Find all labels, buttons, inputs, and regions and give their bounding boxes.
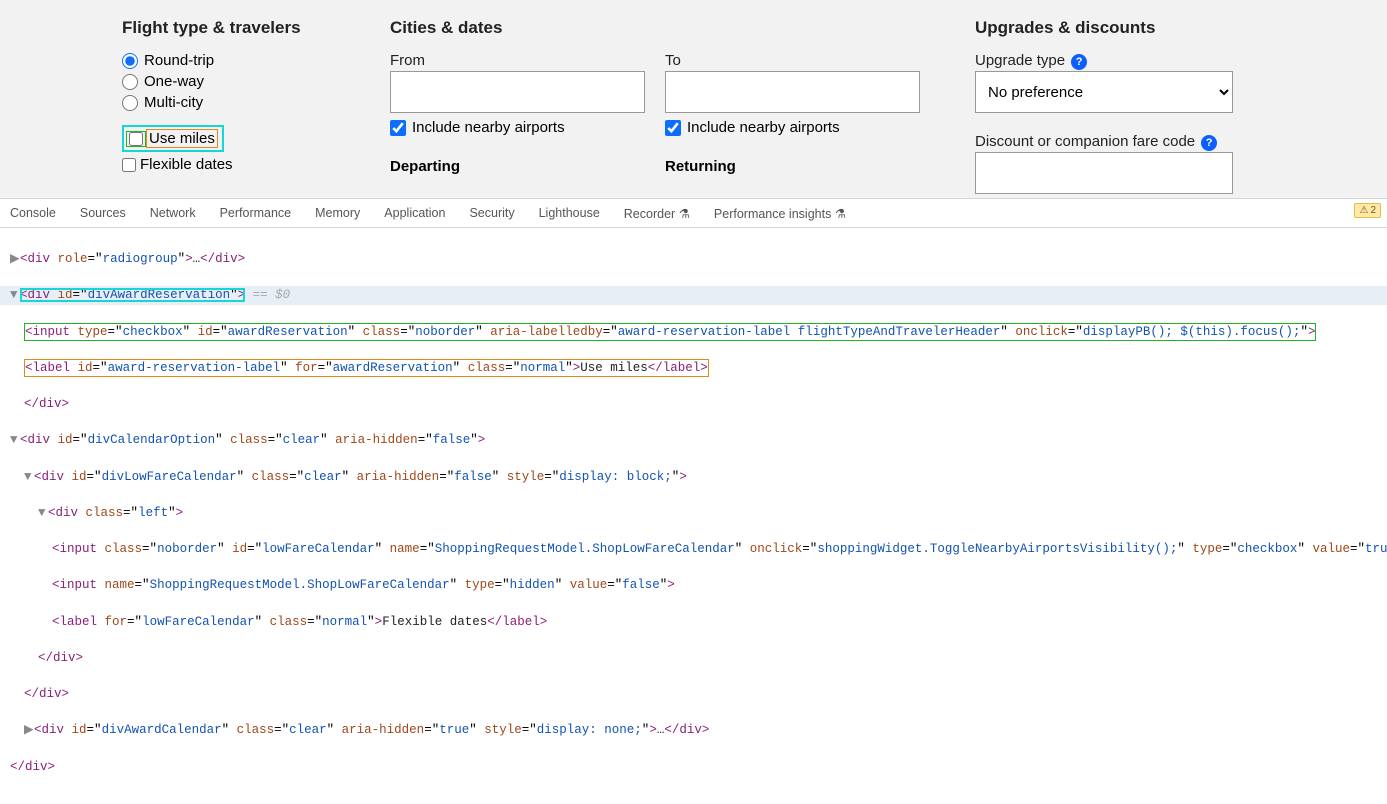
flight-type-header: Flight type & travelers bbox=[122, 18, 390, 38]
tab-console[interactable]: Console bbox=[10, 206, 56, 220]
devtools-tabs: Console Sources Network Performance Memo… bbox=[0, 198, 1387, 228]
dom-line[interactable]: ▶<div role="radiogroup">…</div> bbox=[0, 250, 1387, 268]
trip-type-multi[interactable]: Multi-city bbox=[122, 94, 390, 111]
dom-line[interactable]: </div> bbox=[0, 395, 1387, 413]
flexible-dates-label: Flexible dates bbox=[140, 156, 233, 173]
dom-line[interactable]: </div> bbox=[0, 758, 1387, 776]
tab-lighthouse[interactable]: Lighthouse bbox=[539, 206, 600, 220]
dom-line[interactable]: <input type="checkbox" id="awardReservat… bbox=[0, 323, 1387, 341]
dom-line[interactable]: ▼<div id="divCalendarOption" class="clea… bbox=[0, 431, 1387, 449]
from-nearby-label: Include nearby airports bbox=[412, 119, 565, 136]
use-miles-highlight-orange: Use miles bbox=[146, 129, 218, 148]
to-nearby-label: Include nearby airports bbox=[687, 119, 840, 136]
flight-type-column: Flight type & travelers Round-trip One-w… bbox=[122, 18, 390, 194]
use-miles-highlight-cyan: Use miles bbox=[122, 125, 224, 152]
returning-label: Returning bbox=[665, 158, 975, 175]
dom-line-selected[interactable]: ▼<div id="divAwardReservation"> == $0 bbox=[0, 286, 1387, 304]
discount-code-input[interactable] bbox=[975, 152, 1233, 194]
discount-code-label: Discount or companion fare code bbox=[975, 133, 1195, 150]
trip-type-oneway[interactable]: One-way bbox=[122, 73, 390, 90]
tab-network[interactable]: Network bbox=[150, 206, 196, 220]
flask-icon: ⚗ bbox=[835, 207, 846, 221]
tab-performance[interactable]: Performance bbox=[220, 206, 292, 220]
dom-line[interactable]: ▼<div id="divLowFareCalendar" class="cle… bbox=[0, 468, 1387, 486]
from-input[interactable] bbox=[390, 71, 645, 113]
from-column: Cities & dates From Include nearby airpo… bbox=[390, 18, 665, 194]
round-trip-radio[interactable] bbox=[122, 53, 138, 69]
dom-line[interactable]: <label id="award-reservation-label" for=… bbox=[0, 359, 1387, 377]
use-miles-checkbox[interactable] bbox=[129, 132, 143, 146]
flask-icon: ⚗ bbox=[679, 207, 690, 221]
warning-icon: ⚠ bbox=[1359, 205, 1368, 216]
info-icon[interactable]: ? bbox=[1201, 135, 1217, 151]
to-nearby-checkbox[interactable] bbox=[665, 120, 681, 136]
upgrades-column: Upgrades & discounts Upgrade type ? No p… bbox=[975, 18, 1245, 194]
info-icon[interactable]: ? bbox=[1071, 54, 1087, 70]
dom-line[interactable]: </div> bbox=[0, 649, 1387, 667]
dom-line[interactable]: <input name="ShoppingRequestModel.ShopLo… bbox=[0, 576, 1387, 594]
dom-line[interactable]: ▶<div id="divAwardCalendar" class="clear… bbox=[0, 721, 1387, 739]
dom-line[interactable]: <input class="noborder" id="lowFareCalen… bbox=[0, 540, 1387, 558]
tab-sources[interactable]: Sources bbox=[80, 206, 126, 220]
trip-type-round[interactable]: Round-trip bbox=[122, 52, 390, 69]
to-nearby-row[interactable]: Include nearby airports bbox=[665, 119, 975, 136]
elements-dom-tree[interactable]: ▶<div role="radiogroup">…</div> ▼<div id… bbox=[0, 228, 1387, 804]
tab-memory[interactable]: Memory bbox=[315, 206, 360, 220]
flexible-dates-checkbox[interactable] bbox=[122, 158, 136, 172]
cities-dates-header: Cities & dates bbox=[390, 18, 665, 38]
from-label: From bbox=[390, 52, 665, 69]
from-nearby-checkbox[interactable] bbox=[390, 120, 406, 136]
dom-line[interactable]: <label for="lowFareCalendar" class="norm… bbox=[0, 613, 1387, 631]
booking-panel: Flight type & travelers Round-trip One-w… bbox=[0, 0, 1387, 198]
departing-label: Departing bbox=[390, 158, 665, 175]
to-label: To bbox=[665, 52, 975, 69]
use-miles-highlight-green bbox=[126, 131, 146, 147]
upgrades-header: Upgrades & discounts bbox=[975, 18, 1245, 38]
warning-badge[interactable]: ⚠2 bbox=[1354, 203, 1381, 218]
dom-line[interactable]: ▼<div class="left"> bbox=[0, 504, 1387, 522]
multi-city-label: Multi-city bbox=[144, 94, 203, 111]
from-nearby-row[interactable]: Include nearby airports bbox=[390, 119, 665, 136]
to-column: . To Include nearby airports Returning bbox=[665, 18, 975, 194]
use-miles-row: Use miles bbox=[122, 125, 390, 152]
flexible-dates-row[interactable]: Flexible dates bbox=[122, 156, 390, 173]
to-input[interactable] bbox=[665, 71, 920, 113]
tab-security[interactable]: Security bbox=[469, 206, 514, 220]
one-way-radio[interactable] bbox=[122, 74, 138, 90]
multi-city-radio[interactable] bbox=[122, 95, 138, 111]
dom-line[interactable]: </div> bbox=[0, 685, 1387, 703]
upgrade-type-select[interactable]: No preference bbox=[975, 71, 1233, 113]
round-trip-label: Round-trip bbox=[144, 52, 214, 69]
tab-application[interactable]: Application bbox=[384, 206, 445, 220]
tab-recorder[interactable]: Recorder ⚗ bbox=[624, 206, 690, 221]
one-way-label: One-way bbox=[144, 73, 204, 90]
use-miles-label: Use miles bbox=[149, 130, 215, 147]
tab-perf-insights[interactable]: Performance insights ⚗ bbox=[714, 206, 846, 221]
upgrade-type-label: Upgrade type bbox=[975, 52, 1065, 69]
